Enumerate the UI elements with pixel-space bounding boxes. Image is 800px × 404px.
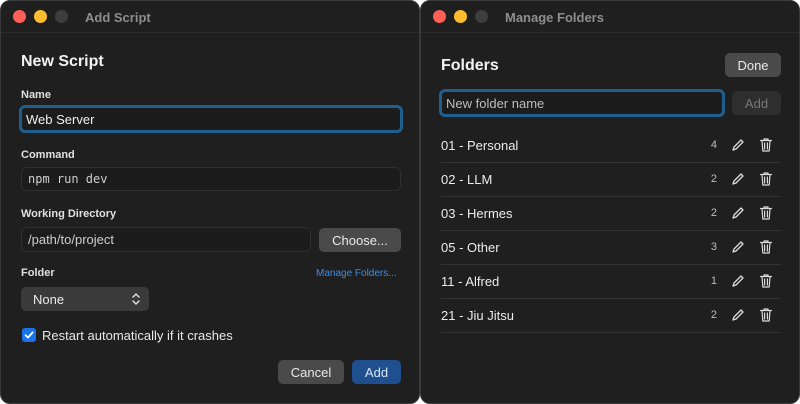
working-directory-field[interactable]: /path/to/project bbox=[21, 227, 311, 252]
trash-icon[interactable] bbox=[759, 273, 773, 289]
chevron-updown-icon bbox=[131, 292, 141, 309]
pencil-icon[interactable] bbox=[731, 206, 745, 220]
folder-count: 2 bbox=[710, 207, 717, 219]
close-button[interactable] bbox=[433, 10, 446, 23]
new-folder-placeholder: New folder name bbox=[446, 95, 545, 111]
zoom-button[interactable] bbox=[55, 10, 68, 23]
pencil-icon[interactable] bbox=[731, 138, 745, 152]
folder-count: 2 bbox=[710, 173, 717, 185]
checkmark-icon bbox=[24, 331, 34, 339]
title-bar: Manage Folders bbox=[421, 1, 799, 33]
working-directory-value: /path/to/project bbox=[28, 232, 114, 247]
folder-count: 3 bbox=[710, 241, 717, 253]
manage-folders-link[interactable]: Manage Folders... bbox=[316, 268, 397, 279]
minimize-button[interactable] bbox=[34, 10, 47, 23]
trash-icon[interactable] bbox=[759, 171, 773, 187]
folder-select[interactable]: None bbox=[21, 287, 149, 311]
folder-row: 01 - Personal 4 bbox=[441, 129, 781, 163]
command-field[interactable]: npm run dev bbox=[21, 167, 401, 191]
name-label: Name bbox=[21, 89, 51, 101]
add-folder-button[interactable]: Add bbox=[732, 91, 781, 115]
pencil-icon[interactable] bbox=[731, 274, 745, 288]
add-button[interactable]: Add bbox=[352, 360, 401, 384]
pencil-icon[interactable] bbox=[731, 240, 745, 254]
name-value: Web Server bbox=[26, 111, 95, 127]
trash-icon[interactable] bbox=[759, 307, 773, 323]
minimize-button[interactable] bbox=[454, 10, 467, 23]
folder-row: 21 - Jiu Jitsu 2 bbox=[441, 299, 781, 333]
add-script-window: Add Script New Script Name Web Server Co… bbox=[0, 0, 420, 404]
working-directory-label: Working Directory bbox=[21, 208, 117, 220]
done-button[interactable]: Done bbox=[725, 53, 781, 77]
name-field[interactable]: Web Server bbox=[19, 105, 403, 133]
trash-icon[interactable] bbox=[759, 239, 773, 255]
page-title: Folders bbox=[441, 57, 499, 74]
restart-checkbox[interactable] bbox=[22, 328, 36, 342]
folder-name: 11 - Alfred bbox=[441, 274, 500, 289]
folder-row: 02 - LLM 2 bbox=[441, 163, 781, 197]
choose-button[interactable]: Choose... bbox=[319, 228, 401, 252]
folder-row: 05 - Other 3 bbox=[441, 231, 781, 265]
folder-row: 03 - Hermes 2 bbox=[441, 197, 781, 231]
close-button[interactable] bbox=[13, 10, 26, 23]
folder-name: 21 - Jiu Jitsu bbox=[441, 308, 514, 323]
folder-row: 11 - Alfred 1 bbox=[441, 265, 781, 299]
trash-icon[interactable] bbox=[759, 137, 773, 153]
folder-select-value: None bbox=[33, 291, 65, 307]
window-title: Manage Folders bbox=[505, 10, 604, 25]
pencil-icon[interactable] bbox=[731, 172, 745, 186]
pencil-icon[interactable] bbox=[731, 308, 745, 322]
cancel-button[interactable]: Cancel bbox=[278, 360, 344, 384]
command-label: Command bbox=[21, 149, 75, 161]
new-folder-input[interactable]: New folder name bbox=[439, 89, 725, 117]
folder-name: 01 - Personal bbox=[441, 138, 519, 153]
trash-icon[interactable] bbox=[759, 205, 773, 221]
folder-label: Folder bbox=[21, 267, 55, 279]
page-title: New Script bbox=[21, 53, 104, 70]
folder-name: 05 - Other bbox=[441, 240, 500, 255]
window-title: Add Script bbox=[85, 10, 151, 25]
folder-count: 2 bbox=[710, 309, 717, 321]
zoom-button[interactable] bbox=[475, 10, 488, 23]
title-bar: Add Script bbox=[1, 1, 419, 33]
folder-name: 03 - Hermes bbox=[441, 206, 513, 221]
folder-name: 02 - LLM bbox=[441, 172, 493, 187]
restart-checkbox-label: Restart automatically if it crashes bbox=[42, 328, 233, 343]
manage-folders-window: Manage Folders Folders Done New folder n… bbox=[420, 0, 800, 404]
folder-count: 4 bbox=[710, 139, 717, 151]
folder-count: 1 bbox=[710, 275, 717, 287]
command-value: npm run dev bbox=[28, 172, 108, 186]
